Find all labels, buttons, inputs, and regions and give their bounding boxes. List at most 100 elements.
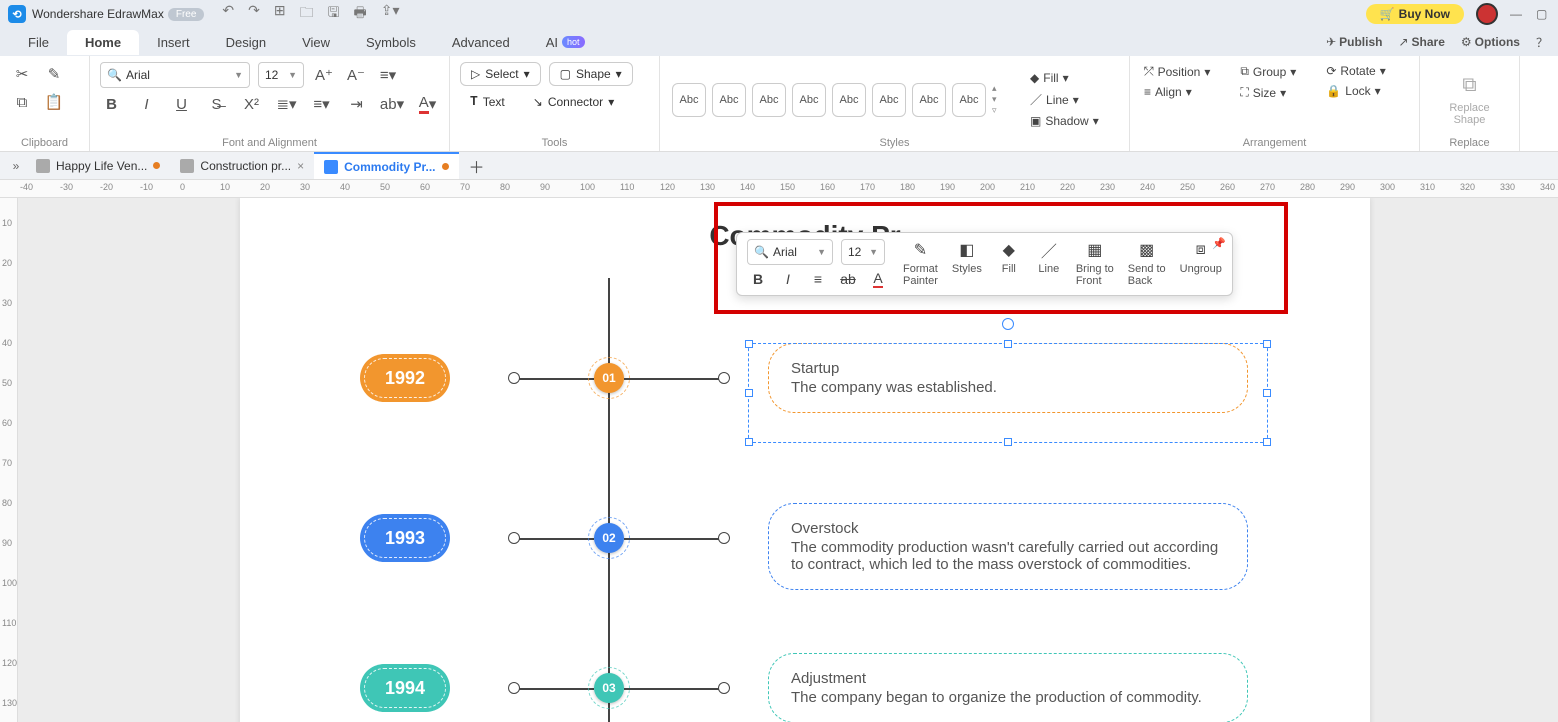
options-button[interactable]: ⚙ Options — [1461, 34, 1520, 51]
italic-icon[interactable]: I — [135, 92, 158, 116]
help-icon[interactable]: ？ — [1536, 34, 1548, 51]
menu-ai[interactable]: AIhot — [528, 30, 603, 55]
pin-icon[interactable]: 📌 — [1212, 237, 1226, 250]
style-swatch-3[interactable]: Abc — [752, 83, 786, 117]
style-swatch-5[interactable]: Abc — [832, 83, 866, 117]
align-button[interactable]: ≡ Align▾ — [1140, 83, 1214, 101]
add-tab-button[interactable]: ＋ — [459, 154, 495, 178]
grow-font-icon[interactable]: A⁺ — [312, 63, 336, 87]
publish-button[interactable]: ✈ Publish — [1326, 34, 1382, 51]
share-button[interactable]: ↗ Share — [1398, 34, 1444, 51]
float-italic-icon[interactable]: I — [777, 269, 799, 289]
bullets-icon[interactable]: ≣▾ — [275, 92, 298, 116]
style-swatch-7[interactable]: Abc — [912, 83, 946, 117]
format-painter-icon[interactable]: ✎ — [42, 62, 66, 86]
close-icon[interactable]: × — [297, 159, 304, 173]
styles-gallery[interactable]: Abc Abc Abc Abc Abc Abc Abc Abc ▴▾▿ — [672, 83, 1010, 117]
float-align-icon[interactable]: ≡ — [807, 269, 829, 289]
user-avatar[interactable] — [1476, 3, 1498, 25]
new-icon[interactable]: ⊞ — [274, 2, 286, 26]
float-font-select[interactable]: 🔍Arial▼ — [747, 239, 833, 265]
fontsize-select[interactable]: 12▼ — [258, 62, 304, 88]
timeline-node[interactable]: 01 — [594, 363, 624, 393]
line-button[interactable]: ／ Line ▾ — [1026, 89, 1103, 110]
timeline-node[interactable]: 03 — [594, 673, 624, 703]
timeline-desc[interactable]: AdjustmentThe company began to organize … — [768, 653, 1248, 722]
menu-design[interactable]: Design — [208, 30, 284, 55]
menu-view[interactable]: View — [284, 30, 348, 55]
year-pill[interactable]: 1994 — [360, 664, 450, 712]
style-swatch-6[interactable]: Abc — [872, 83, 906, 117]
group-button[interactable]: ⧉ Group▾ — [1236, 62, 1300, 81]
shadow-button[interactable]: ▣ Shadow ▾ — [1026, 112, 1103, 130]
doctab-2[interactable]: Construction pr...× — [170, 152, 314, 179]
float-bring-front[interactable]: ▦Bring to Front — [1076, 239, 1114, 287]
styles-more[interactable]: ▴▾▿ — [992, 83, 1010, 117]
selection-box[interactable] — [748, 343, 1268, 443]
cut-icon[interactable]: ✂ — [10, 62, 34, 86]
menu-home[interactable]: Home — [67, 30, 139, 55]
floating-toolbar[interactable]: 📌 🔍Arial▼ 12▼ B I ≡ ab A ✎Format Painter… — [736, 232, 1233, 296]
connector-tool[interactable]: ↘ Connector ▾ — [523, 91, 624, 113]
timeline-desc[interactable]: OverstockThe commodity production wasn't… — [768, 503, 1248, 590]
float-format-painter[interactable]: ✎Format Painter — [903, 239, 938, 287]
highlight-icon[interactable]: ab▾ — [380, 92, 404, 116]
undo-icon[interactable]: ↶ — [222, 2, 234, 26]
year-pill[interactable]: 1992 — [360, 354, 450, 402]
fill-button[interactable]: ◆ Fill ▾ — [1026, 69, 1103, 87]
indent-icon[interactable]: ⇥ — [345, 92, 368, 116]
tabs-expand-icon[interactable]: » — [6, 159, 26, 173]
buy-now-button[interactable]: 🛒 Buy Now — [1366, 4, 1464, 24]
year-pill[interactable]: 1993 — [360, 514, 450, 562]
linespacing-icon[interactable]: ≡▾ — [310, 92, 333, 116]
canvas[interactable]: Commodity Pr 199201StartupThe company wa… — [18, 198, 1558, 722]
maximize-icon[interactable]: ▢ — [1536, 7, 1550, 21]
float-size-select[interactable]: 12▼ — [841, 239, 885, 265]
float-line[interactable]: ／Line — [1036, 239, 1062, 275]
doctab-3[interactable]: Commodity Pr... — [314, 152, 458, 179]
float-bold-icon[interactable]: B — [747, 269, 769, 289]
timeline-node[interactable]: 02 — [594, 523, 624, 553]
style-swatch-4[interactable]: Abc — [792, 83, 826, 117]
print-icon[interactable]: 🖶 — [354, 2, 367, 26]
shape-tool[interactable]: ▢ Shape ▾ — [549, 62, 633, 86]
font-select[interactable]: 🔍Arial▼ — [100, 62, 250, 88]
doctab-1[interactable]: Happy Life Ven... — [26, 152, 170, 179]
export-icon[interactable]: ⇪▾ — [381, 2, 400, 26]
strike-icon[interactable]: S̶ — [205, 92, 228, 116]
float-styles[interactable]: ◧Styles — [952, 239, 982, 275]
size-button[interactable]: ⛶ Size▾ — [1236, 83, 1300, 102]
lock-button[interactable]: 🔒 Lock▾ — [1322, 82, 1389, 100]
text-tool[interactable]: 𝐓 Text — [460, 90, 515, 113]
float-send-back[interactable]: ▩Send to Back — [1128, 239, 1166, 287]
minimize-icon[interactable]: — — [1510, 7, 1524, 21]
shrink-font-icon[interactable]: A⁻ — [344, 63, 368, 87]
fontcolor-icon[interactable]: A▾ — [416, 92, 439, 116]
menu-advanced[interactable]: Advanced — [434, 30, 528, 55]
float-fontcolor-icon[interactable]: A — [867, 269, 889, 289]
underline-icon[interactable]: U — [170, 92, 193, 116]
bold-icon[interactable]: B — [100, 92, 123, 116]
float-strike-icon[interactable]: ab — [837, 269, 859, 289]
replace-shape-icon[interactable]: ⧉ — [1458, 74, 1482, 98]
rotate-button[interactable]: ⟳ Rotate▾ — [1322, 62, 1389, 80]
menu-ai-label: AI — [546, 35, 558, 50]
menu-insert[interactable]: Insert — [139, 30, 208, 55]
redo-icon[interactable]: ↷ — [248, 2, 260, 26]
style-swatch-8[interactable]: Abc — [952, 83, 986, 117]
save-icon[interactable]: 🖫 — [328, 2, 340, 26]
rotate-handle[interactable] — [1002, 318, 1014, 330]
superscript-icon[interactable]: X² — [240, 92, 263, 116]
select-tool[interactable]: ▷ Select ▾ — [460, 62, 541, 86]
shape-label: Shape — [576, 67, 611, 81]
menu-symbols[interactable]: Symbols — [348, 30, 434, 55]
align-dropdown-icon[interactable]: ≡▾ — [376, 63, 400, 87]
paste-icon[interactable]: 📋 — [42, 90, 66, 114]
style-swatch-2[interactable]: Abc — [712, 83, 746, 117]
menu-file[interactable]: File — [10, 30, 67, 55]
open-icon[interactable]: 🗀 — [300, 2, 314, 26]
copy-icon[interactable]: ⧉ — [10, 90, 34, 114]
float-fill[interactable]: ◆Fill — [996, 239, 1022, 275]
position-button[interactable]: ⤱ Position▾ — [1140, 62, 1214, 81]
style-swatch-1[interactable]: Abc — [672, 83, 706, 117]
